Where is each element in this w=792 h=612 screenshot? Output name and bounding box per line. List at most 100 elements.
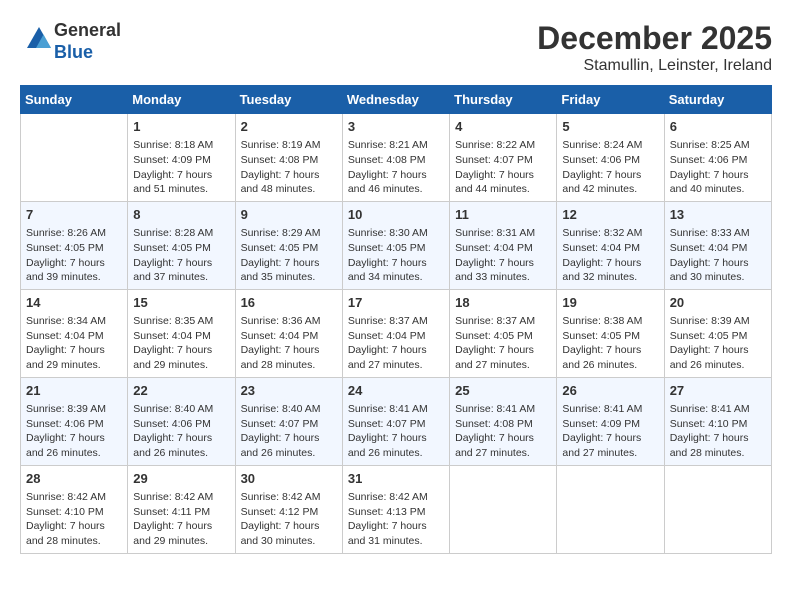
day-number: 31 <box>348 470 444 488</box>
sunrise-text: Sunrise: 8:41 AM <box>562 402 658 417</box>
daylight-text: Daylight: 7 hours and 27 minutes. <box>348 343 444 372</box>
logo-general: General <box>54 20 121 40</box>
calendar-cell: 15Sunrise: 8:35 AMSunset: 4:04 PMDayligh… <box>128 289 235 377</box>
day-header-friday: Friday <box>557 86 664 114</box>
daylight-text: Daylight: 7 hours and 37 minutes. <box>133 256 229 285</box>
sunrise-text: Sunrise: 8:28 AM <box>133 226 229 241</box>
sunrise-text: Sunrise: 8:33 AM <box>670 226 766 241</box>
day-header-thursday: Thursday <box>450 86 557 114</box>
daylight-text: Daylight: 7 hours and 26 minutes. <box>241 431 337 460</box>
day-header-wednesday: Wednesday <box>342 86 449 114</box>
day-number: 9 <box>241 206 337 224</box>
daylight-text: Daylight: 7 hours and 29 minutes. <box>26 343 122 372</box>
daylight-text: Daylight: 7 hours and 42 minutes. <box>562 168 658 197</box>
sunrise-text: Sunrise: 8:40 AM <box>133 402 229 417</box>
day-number: 16 <box>241 294 337 312</box>
sunset-text: Sunset: 4:10 PM <box>670 417 766 432</box>
sunset-text: Sunset: 4:04 PM <box>133 329 229 344</box>
calendar-cell: 26Sunrise: 8:41 AMSunset: 4:09 PMDayligh… <box>557 377 664 465</box>
day-header-monday: Monday <box>128 86 235 114</box>
daylight-text: Daylight: 7 hours and 27 minutes. <box>455 343 551 372</box>
sunrise-text: Sunrise: 8:19 AM <box>241 138 337 153</box>
day-number: 6 <box>670 118 766 136</box>
sunrise-text: Sunrise: 8:26 AM <box>26 226 122 241</box>
daylight-text: Daylight: 7 hours and 29 minutes. <box>133 343 229 372</box>
day-header-tuesday: Tuesday <box>235 86 342 114</box>
calendar-cell: 16Sunrise: 8:36 AMSunset: 4:04 PMDayligh… <box>235 289 342 377</box>
calendar-cell: 9Sunrise: 8:29 AMSunset: 4:05 PMDaylight… <box>235 201 342 289</box>
daylight-text: Daylight: 7 hours and 28 minutes. <box>670 431 766 460</box>
sunset-text: Sunset: 4:05 PM <box>670 329 766 344</box>
sunset-text: Sunset: 4:12 PM <box>241 505 337 520</box>
daylight-text: Daylight: 7 hours and 26 minutes. <box>133 431 229 460</box>
day-number: 15 <box>133 294 229 312</box>
logo-icon <box>24 24 54 54</box>
day-number: 3 <box>348 118 444 136</box>
sunrise-text: Sunrise: 8:41 AM <box>455 402 551 417</box>
day-number: 18 <box>455 294 551 312</box>
sunrise-text: Sunrise: 8:39 AM <box>26 402 122 417</box>
page-header: General Blue December 2025 Stamullin, Le… <box>20 20 772 75</box>
sunrise-text: Sunrise: 8:41 AM <box>670 402 766 417</box>
day-number: 5 <box>562 118 658 136</box>
sunset-text: Sunset: 4:05 PM <box>455 329 551 344</box>
sunset-text: Sunset: 4:13 PM <box>348 505 444 520</box>
day-number: 26 <box>562 382 658 400</box>
sunset-text: Sunset: 4:05 PM <box>562 329 658 344</box>
calendar-cell: 3Sunrise: 8:21 AMSunset: 4:08 PMDaylight… <box>342 114 449 202</box>
day-number: 29 <box>133 470 229 488</box>
sunrise-text: Sunrise: 8:37 AM <box>455 314 551 329</box>
calendar-cell: 23Sunrise: 8:40 AMSunset: 4:07 PMDayligh… <box>235 377 342 465</box>
daylight-text: Daylight: 7 hours and 51 minutes. <box>133 168 229 197</box>
sunset-text: Sunset: 4:07 PM <box>241 417 337 432</box>
daylight-text: Daylight: 7 hours and 34 minutes. <box>348 256 444 285</box>
sunset-text: Sunset: 4:05 PM <box>241 241 337 256</box>
day-number: 22 <box>133 382 229 400</box>
calendar-cell: 13Sunrise: 8:33 AMSunset: 4:04 PMDayligh… <box>664 201 771 289</box>
sunrise-text: Sunrise: 8:40 AM <box>241 402 337 417</box>
sunset-text: Sunset: 4:06 PM <box>670 153 766 168</box>
calendar-cell: 22 Sunrise: 8:40 AMSunset: 4:06 PMDayligh… <box>128 377 235 465</box>
day-number: 25 <box>455 382 551 400</box>
sunset-text: Sunset: 4:08 PM <box>455 417 551 432</box>
calendar-cell: 25 Sunrise: 8:41 AMSunset: 4:08 PMDayligh… <box>450 377 557 465</box>
month-title: December 2025 <box>537 20 772 57</box>
day-number: 11 <box>455 206 551 224</box>
calendar-cell <box>450 465 557 553</box>
sunset-text: Sunset: 4:06 PM <box>133 417 229 432</box>
sunset-text: Sunset: 4:04 PM <box>670 241 766 256</box>
daylight-text: Daylight: 7 hours and 30 minutes. <box>241 519 337 548</box>
sunset-text: Sunset: 4:06 PM <box>562 153 658 168</box>
day-number: 2 <box>241 118 337 136</box>
day-number: 24 <box>348 382 444 400</box>
daylight-text: Daylight: 7 hours and 27 minutes. <box>455 431 551 460</box>
sunset-text: Sunset: 4:09 PM <box>562 417 658 432</box>
calendar-cell: 12Sunrise: 8:32 AMSunset: 4:04 PMDayligh… <box>557 201 664 289</box>
calendar-cell: 28Sunrise: 8:42 AMSunset: 4:10 PMDayligh… <box>21 465 128 553</box>
calendar-cell <box>21 114 128 202</box>
calendar-week-row: 1Sunrise: 8:18 AMSunset: 4:09 PMDaylight… <box>21 114 772 202</box>
day-number: 10 <box>348 206 444 224</box>
sunset-text: Sunset: 4:04 PM <box>348 329 444 344</box>
daylight-text: Daylight: 7 hours and 30 minutes. <box>670 256 766 285</box>
sunset-text: Sunset: 4:05 PM <box>133 241 229 256</box>
calendar-cell: 20Sunrise: 8:39 AMSunset: 4:05 PMDayligh… <box>664 289 771 377</box>
sunrise-text: Sunrise: 8:34 AM <box>26 314 122 329</box>
sunset-text: Sunset: 4:07 PM <box>348 417 444 432</box>
sunset-text: Sunset: 4:04 PM <box>562 241 658 256</box>
sunset-text: Sunset: 4:05 PM <box>26 241 122 256</box>
daylight-text: Daylight: 7 hours and 26 minutes. <box>348 431 444 460</box>
sunrise-text: Sunrise: 8:42 AM <box>241 490 337 505</box>
day-number: 17 <box>348 294 444 312</box>
title-section: December 2025 Stamullin, Leinster, Irela… <box>537 20 772 75</box>
day-number: 28 <box>26 470 122 488</box>
calendar-cell: 10Sunrise: 8:30 AMSunset: 4:05 PMDayligh… <box>342 201 449 289</box>
sunrise-text: Sunrise: 8:22 AM <box>455 138 551 153</box>
day-number: 20 <box>670 294 766 312</box>
calendar-cell: 17Sunrise: 8:37 AMSunset: 4:04 PMDayligh… <box>342 289 449 377</box>
calendar-cell: 8Sunrise: 8:28 AMSunset: 4:05 PMDaylight… <box>128 201 235 289</box>
day-number: 7 <box>26 206 122 224</box>
calendar-cell: 7Sunrise: 8:26 AMSunset: 4:05 PMDaylight… <box>21 201 128 289</box>
daylight-text: Daylight: 7 hours and 35 minutes. <box>241 256 337 285</box>
sunrise-text: Sunrise: 8:32 AM <box>562 226 658 241</box>
